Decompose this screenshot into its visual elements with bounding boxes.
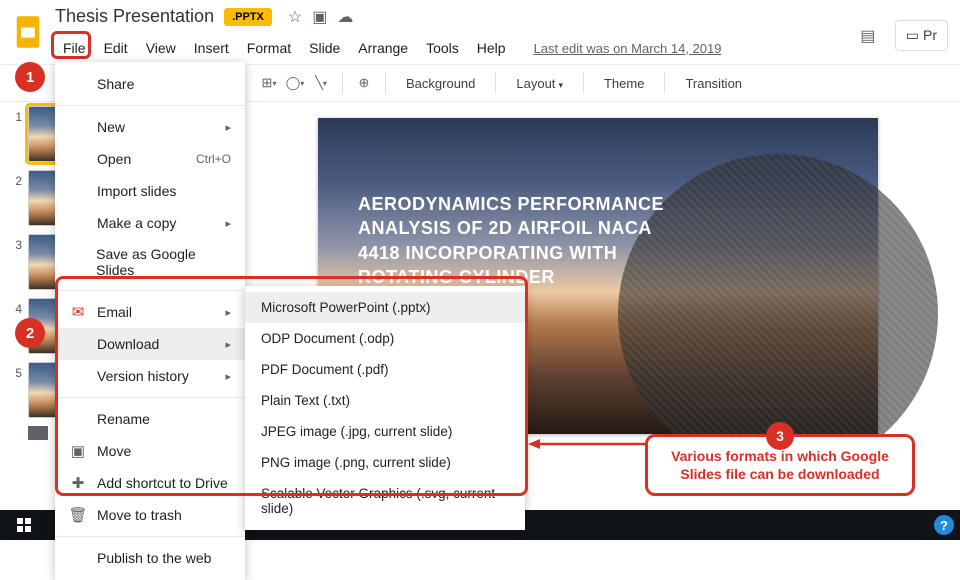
textbox-icon[interactable]: ⊞▾ [258,72,280,94]
layout-button[interactable]: Layout▾ [506,72,573,95]
annotation-callout: 3 Various formats in which Google Slides… [645,434,915,496]
annotation-bubble-2: 2 [15,318,45,348]
star-icon[interactable]: ☆ [288,7,302,27]
shortcut-icon: ✚ [69,474,87,492]
menu-item-make-copy[interactable]: Make a copy▸ [55,207,245,239]
move-folder-icon[interactable]: ▣ [312,7,327,27]
menu-item-save-as-slides[interactable]: Save as Google Slides [55,239,245,285]
help-icon[interactable]: ? [934,515,954,535]
menu-item-rename[interactable]: Rename [55,403,245,435]
annotation-bubble-1: 1 [15,62,45,92]
annotation-bubble-3: 3 [766,422,794,450]
menu-bar: File Edit View Insert Format Slide Arran… [55,36,721,60]
cloud-status-icon: ☁ [337,7,353,27]
thumb-number: 1 [6,106,22,124]
email-icon: ✉ [69,303,87,321]
menu-view[interactable]: View [138,36,184,60]
download-png[interactable]: PNG image (.png, current slide) [245,447,525,478]
menu-item-add-shortcut[interactable]: ✚Add shortcut to Drive [55,467,245,499]
download-svg[interactable]: Scalable Vector Graphics (.svg, current … [245,478,525,524]
download-pptx[interactable]: Microsoft PowerPoint (.pptx) [245,292,525,323]
line-icon[interactable]: ╲▾ [310,72,332,94]
theme-button[interactable]: Theme [594,72,654,95]
start-icon[interactable] [6,512,42,538]
menu-item-version-history[interactable]: Version history▸ [55,360,245,392]
menu-format[interactable]: Format [239,36,299,60]
file-dropdown-menu: Share New▸ OpenCtrl+O Import slides Make… [55,62,245,580]
menu-item-publish[interactable]: Publish to the web [55,542,245,574]
comment-icon[interactable]: ⊕ [353,72,375,94]
download-odp[interactable]: ODP Document (.odp) [245,323,525,354]
trash-icon: 🗑 [69,506,87,524]
thumb-number: 3 [6,234,22,252]
menu-item-download[interactable]: Download▸ [55,328,245,360]
comments-icon[interactable]: ▤ [855,23,881,49]
header: Thesis Presentation .PPTX ☆ ▣ ☁ File Edi… [0,0,960,64]
thumb-number: 5 [6,362,22,380]
move-icon: ▣ [69,442,87,460]
transition-button[interactable]: Transition [675,72,752,95]
menu-tools[interactable]: Tools [418,36,467,60]
thumb-number: 2 [6,170,22,188]
menu-slide[interactable]: Slide [301,36,348,60]
menu-item-email[interactable]: ✉Email▸ [55,296,245,328]
document-title[interactable]: Thesis Presentation [55,6,214,27]
download-pdf[interactable]: PDF Document (.pdf) [245,354,525,385]
pptx-badge: .PPTX [224,8,272,26]
menu-edit[interactable]: Edit [96,36,136,60]
slide-title-text[interactable]: AERODYNAMICS PERFORMANCE ANALYSIS OF 2D … [358,192,678,289]
thumb-number: 4 [6,298,22,316]
last-edit-link[interactable]: Last edit was on March 14, 2019 [534,41,722,56]
annotation-arrow [528,434,648,454]
download-txt[interactable]: Plain Text (.txt) [245,385,525,416]
filmstrip-icon[interactable] [28,426,48,440]
menu-item-move[interactable]: ▣Move [55,435,245,467]
slides-logo-icon[interactable] [10,8,46,56]
menu-file[interactable]: File [55,36,94,60]
menu-item-open[interactable]: OpenCtrl+O [55,143,245,175]
menu-insert[interactable]: Insert [186,36,237,60]
shape-icon[interactable]: ◯▾ [284,72,306,94]
background-button[interactable]: Background [396,72,485,95]
present-button[interactable]: ▭Pr [895,20,948,51]
menu-item-share[interactable]: Share [55,68,245,100]
menu-item-new[interactable]: New▸ [55,111,245,143]
download-submenu: Microsoft PowerPoint (.pptx) ODP Documen… [245,286,525,530]
menu-item-import[interactable]: Import slides [55,175,245,207]
menu-item-trash[interactable]: 🗑Move to trash [55,499,245,531]
menu-arrange[interactable]: Arrange [350,36,416,60]
download-jpg[interactable]: JPEG image (.jpg, current slide) [245,416,525,447]
menu-help[interactable]: Help [469,36,514,60]
